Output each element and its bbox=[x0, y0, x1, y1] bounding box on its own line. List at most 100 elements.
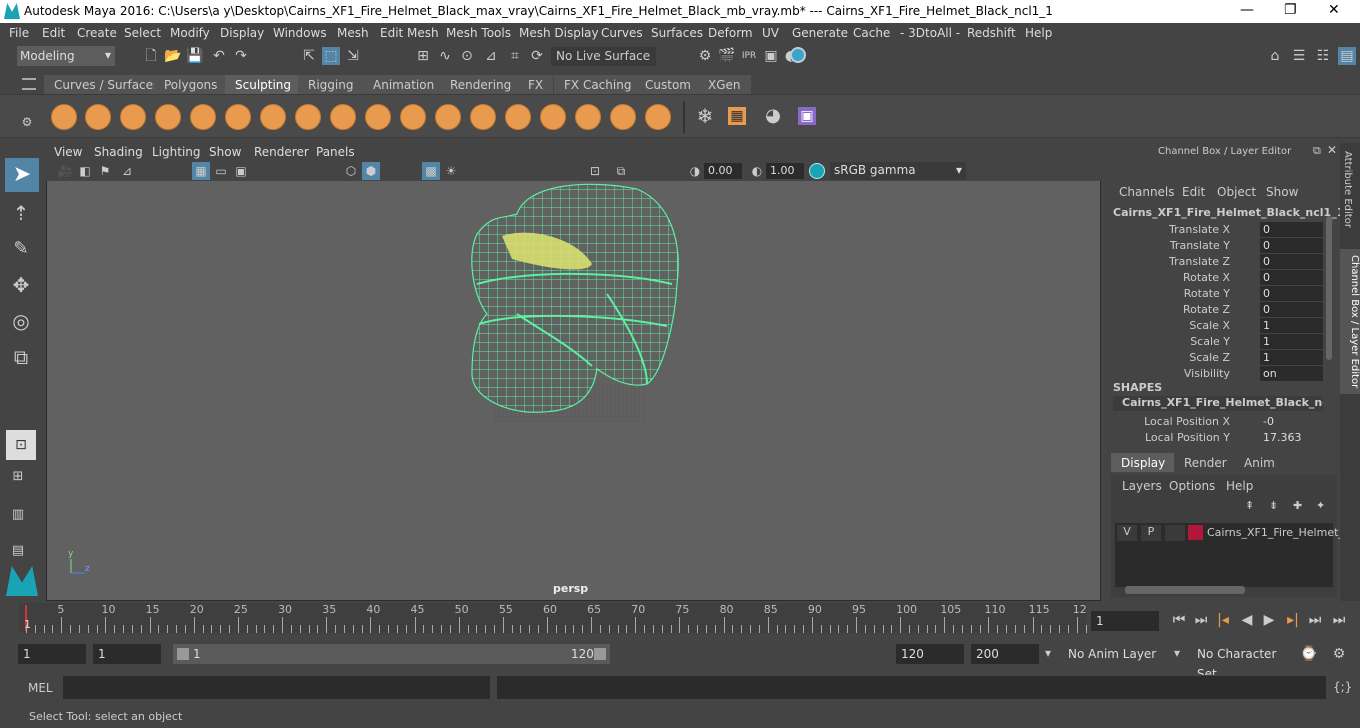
workspace-icon[interactable]: ⌂ bbox=[1266, 47, 1284, 65]
live-surface-field[interactable]: No Live Surface bbox=[551, 47, 656, 66]
channel-row[interactable]: Scale Z 1 bbox=[1103, 350, 1323, 366]
current-frame-field[interactable]: 1 bbox=[1091, 611, 1159, 631]
tab-fx[interactable]: FX bbox=[518, 75, 554, 94]
snap-point-icon[interactable]: ⊙ bbox=[458, 47, 476, 65]
menu-3dtoall[interactable]: - 3DtoAll - bbox=[900, 26, 960, 40]
menu-curves[interactable]: Curves bbox=[601, 26, 643, 40]
single-perspective-layout-icon[interactable]: ⊡ bbox=[6, 430, 36, 460]
layer-color-swatch[interactable] bbox=[1188, 525, 1203, 540]
tab-curves-surfaces[interactable]: Curves / Surfaces bbox=[44, 75, 170, 94]
tab-rigging[interactable]: Rigging bbox=[298, 75, 364, 94]
channel-row[interactable]: Translate Y 0 bbox=[1103, 238, 1323, 254]
menu-uv[interactable]: UV bbox=[762, 26, 779, 40]
shape-name[interactable]: Cairns_XF1_Fire_Helmet_Black_ncl1_... bbox=[1113, 396, 1323, 411]
sculpt-preferences-icon[interactable]: ▣ bbox=[798, 107, 816, 125]
menu-windows[interactable]: Windows bbox=[273, 26, 327, 40]
paint-select-icon[interactable]: ✎ bbox=[12, 240, 30, 258]
auto-key-icon[interactable]: ⌚ bbox=[1300, 645, 1318, 663]
film-gate-icon[interactable]: ▭ bbox=[212, 162, 230, 180]
channel-row[interactable]: Translate Z 0 bbox=[1103, 254, 1323, 270]
anim-layer-select[interactable]: No Anim Layer bbox=[1063, 644, 1163, 664]
vp-menu-shading[interactable]: Shading bbox=[94, 145, 143, 159]
cb-menu-show[interactable]: Show bbox=[1266, 185, 1298, 199]
smear-tool-icon[interactable] bbox=[540, 104, 566, 130]
channel-value[interactable]: on bbox=[1260, 366, 1323, 381]
camera-attributes-icon[interactable]: ◧ bbox=[76, 162, 94, 180]
play-backwards-icon[interactable]: ◀ bbox=[1238, 611, 1256, 629]
cb-menu-edit[interactable]: Edit bbox=[1182, 185, 1205, 199]
anim-layer-chevron-icon[interactable]: ▾ bbox=[1045, 646, 1051, 660]
vp-menu-renderer[interactable]: Renderer bbox=[254, 145, 309, 159]
range-bar[interactable]: 1 120 bbox=[173, 644, 610, 664]
perspective-viewport[interactable]: persp y z bbox=[46, 143, 1101, 601]
time-slider[interactable]: 5 10 15 20 25 30 35 40 45 50 55 60 65 70 75 80 85 90 95 100… bbox=[0, 603, 1360, 637]
open-scene-icon[interactable]: 📂 bbox=[164, 47, 182, 65]
menu-help[interactable]: Help bbox=[1025, 26, 1052, 40]
mel-label[interactable]: MEL bbox=[28, 681, 53, 695]
smooth-tool-icon[interactable] bbox=[85, 104, 111, 130]
lasso-tool-icon[interactable]: ⇡ bbox=[12, 203, 30, 223]
relax-tool-icon[interactable] bbox=[120, 104, 146, 130]
play-forwards-icon[interactable]: ▶ bbox=[1260, 611, 1278, 629]
layer-type-toggle[interactable] bbox=[1165, 525, 1185, 541]
render-frame-icon[interactable]: 🎬 bbox=[718, 47, 736, 65]
isolate-select-icon[interactable]: ⊡ bbox=[586, 162, 604, 180]
flatten-tool-icon[interactable] bbox=[225, 104, 251, 130]
color-management-toggle-icon[interactable] bbox=[809, 163, 825, 179]
menu-mesh-tools[interactable]: Mesh Tools bbox=[446, 26, 511, 40]
snap-curve-icon[interactable]: ∿ bbox=[436, 47, 454, 65]
scrape-tool-icon[interactable] bbox=[435, 104, 461, 130]
menu-select[interactable]: Select bbox=[124, 26, 161, 40]
spray-tool-icon[interactable] bbox=[295, 104, 321, 130]
ipr-render-icon[interactable]: IPR bbox=[740, 47, 758, 65]
menu-mesh-display[interactable]: Mesh Display bbox=[519, 26, 599, 40]
shape-channel-row[interactable]: Local Position X -0 bbox=[1103, 414, 1323, 430]
tab-layer-render[interactable]: Render bbox=[1174, 453, 1237, 472]
textured-icon[interactable]: ▩ bbox=[422, 162, 440, 180]
channel-value[interactable]: 1 bbox=[1260, 350, 1323, 365]
selected-object-name[interactable]: Cairns_XF1_Fire_Helmet_Black_ncl1_1 bbox=[1113, 206, 1344, 219]
redshift-icon[interactable] bbox=[790, 47, 806, 63]
channel-value[interactable]: 0 bbox=[1260, 286, 1323, 301]
camera-select-icon[interactable]: 🎥 bbox=[56, 162, 74, 180]
amplify-tool-icon[interactable] bbox=[610, 104, 636, 130]
show-tool-settings-icon[interactable]: ☷ bbox=[1314, 47, 1332, 65]
end-time-field[interactable]: 200 bbox=[971, 644, 1039, 664]
four-view-layout-icon[interactable]: ⊞ bbox=[9, 468, 27, 486]
gamma-field[interactable]: 1.00 bbox=[766, 163, 804, 179]
menu-edit[interactable]: Edit bbox=[42, 26, 65, 40]
convert-to-frozen-icon[interactable]: ❄ bbox=[696, 106, 714, 126]
bookmark-icon[interactable]: ⚑ bbox=[96, 162, 114, 180]
fill-tool-icon[interactable] bbox=[470, 104, 496, 130]
shelf-menu-icon[interactable] bbox=[22, 78, 36, 90]
mode-select[interactable]: Modeling ▾ bbox=[17, 46, 115, 66]
channel-value[interactable]: 1 bbox=[1260, 318, 1323, 333]
select-object-icon[interactable]: ⬚ bbox=[322, 47, 340, 65]
select-hierarchy-icon[interactable]: ⇱ bbox=[300, 47, 318, 65]
playback-start-field[interactable]: 1 bbox=[93, 644, 161, 664]
tab-custom[interactable]: Custom bbox=[635, 75, 701, 94]
freeze-tool-icon[interactable] bbox=[645, 104, 671, 130]
sculpt-geometry-icon[interactable]: ◕ bbox=[764, 107, 782, 125]
menu-deform[interactable]: Deform bbox=[708, 26, 753, 40]
snap-surface-icon[interactable]: ⌗ bbox=[506, 47, 524, 65]
move-layer-down-icon[interactable]: ⇟ bbox=[1269, 499, 1278, 512]
menu-display[interactable]: Display bbox=[220, 26, 264, 40]
tab-layer-anim[interactable]: Anim bbox=[1234, 453, 1285, 472]
knife-tool-icon[interactable] bbox=[505, 104, 531, 130]
tab-fx-caching[interactable]: FX Caching bbox=[554, 75, 642, 94]
scale-tool-icon[interactable]: ⧉ bbox=[12, 347, 30, 367]
show-channel-box-icon[interactable]: ▤ bbox=[1338, 47, 1356, 65]
menu-edit-mesh[interactable]: Edit Mesh bbox=[380, 26, 439, 40]
tab-polygons[interactable]: Polygons bbox=[154, 75, 228, 94]
animation-preferences-icon[interactable]: ⚙ bbox=[1330, 645, 1348, 663]
channel-value[interactable]: 0 bbox=[1260, 222, 1323, 237]
render-settings-icon[interactable]: ⚙ bbox=[696, 47, 714, 65]
new-scene-icon[interactable]: 🗋 bbox=[142, 47, 160, 65]
side-by-side-layout-icon[interactable]: ▥ bbox=[9, 506, 27, 524]
step-forward-key-icon[interactable]: ⏭ bbox=[1306, 611, 1324, 629]
channel-row[interactable]: Scale Y 1 bbox=[1103, 334, 1323, 350]
smooth-shade-icon[interactable]: ⬢ bbox=[362, 162, 380, 180]
channel-row[interactable]: Visibility on bbox=[1103, 366, 1323, 382]
foamy-tool-icon[interactable] bbox=[260, 104, 286, 130]
